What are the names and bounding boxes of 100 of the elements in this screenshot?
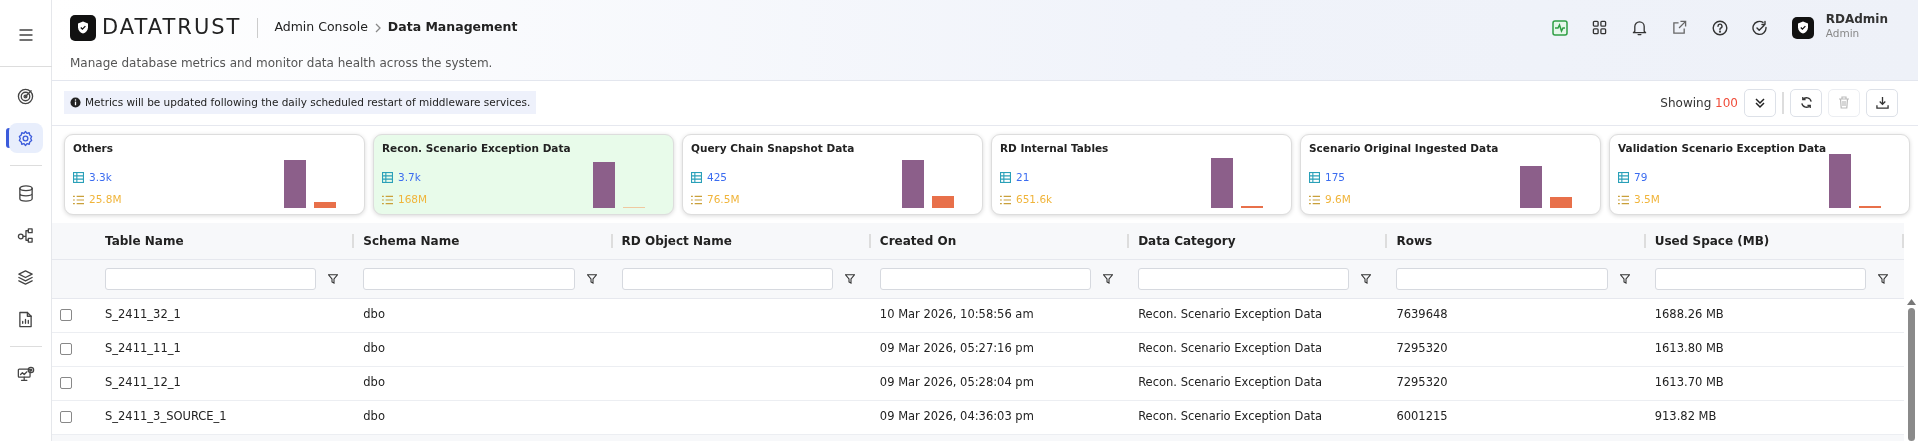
table-cell-text: 6001215 xyxy=(1395,408,1449,426)
table-cell-text: Recon. Scenario Exception Data xyxy=(1137,374,1323,392)
category-card[interactable]: Scenario Original Ingested Data 175 9.6M xyxy=(1300,133,1601,215)
card-title: Others xyxy=(73,140,114,156)
refresh-button[interactable] xyxy=(1790,88,1822,117)
table-count: 79 xyxy=(1634,170,1648,185)
category-card[interactable]: Query Chain Snapshot Data 425 76.5M xyxy=(682,133,983,215)
info-icon xyxy=(70,97,81,108)
table-cell-text: 10 Mar 2026, 10:58:56 am xyxy=(878,306,1035,324)
table-cell-text: S_2411_11_1 xyxy=(104,340,182,358)
table-cell-text: S_2411_3_SOURCE_1 xyxy=(104,408,228,426)
card-title: Validation Scenario Exception Data xyxy=(1618,140,1828,156)
table-cell-text: 09 Mar 2026, 04:36:03 pm xyxy=(878,408,1035,426)
row-checkbox[interactable] xyxy=(60,309,72,321)
table-cell-text: 1613.80 MB xyxy=(1653,340,1725,358)
logo-icon xyxy=(70,14,96,41)
table-cell-text: 09 Mar 2026, 05:28:04 pm xyxy=(878,374,1035,392)
table-icon xyxy=(691,172,702,184)
list-icon xyxy=(73,194,84,205)
table-icon xyxy=(1000,172,1011,184)
table-icon xyxy=(1309,172,1320,184)
filter-icon[interactable] xyxy=(844,273,855,284)
list-icon xyxy=(1000,194,1011,205)
chevron-icon xyxy=(373,22,382,33)
table-count: 175 xyxy=(1325,170,1346,185)
row-checkbox[interactable] xyxy=(60,377,72,389)
filter-field[interactable] xyxy=(1396,267,1608,290)
avatar-icon[interactable] xyxy=(1791,16,1814,39)
row-count: 651.6k xyxy=(1016,191,1053,207)
filter-field[interactable] xyxy=(105,267,317,290)
table-cell-text: dbo xyxy=(362,306,386,324)
download-button[interactable] xyxy=(1866,88,1898,117)
column-header[interactable]: Table Name xyxy=(96,233,355,248)
table-cell-text: 7295320 xyxy=(1395,374,1449,392)
row-count: 168M xyxy=(398,191,428,207)
filter-icon[interactable] xyxy=(1878,273,1888,284)
category-card[interactable]: Recon. Scenario Exception Data 3.7k 168M xyxy=(373,133,674,215)
row-count: 3.5M xyxy=(1634,191,1660,207)
expand-button[interactable] xyxy=(1744,88,1776,117)
table-cell-text: 1688.26 MB xyxy=(1653,306,1725,324)
info-text: Metrics will be updated following the daily scheduled restart of middleware services. xyxy=(85,94,531,110)
table-cell-text: 913.82 MB xyxy=(1653,408,1718,426)
column-header[interactable]: Schema Name xyxy=(354,233,613,248)
table-count: 425 xyxy=(707,170,728,185)
filter-field[interactable] xyxy=(1654,267,1866,290)
logo-text: DATATRUST xyxy=(102,14,242,41)
card-title: Recon. Scenario Exception Data xyxy=(382,140,572,156)
filter-field[interactable] xyxy=(1138,267,1350,290)
table-cell-text: dbo xyxy=(362,408,386,426)
trash-icon xyxy=(1838,96,1850,109)
page-subtitle: Manage database metrics and monitor data health across the system. xyxy=(70,54,494,72)
table-cell-text: dbo xyxy=(362,340,386,358)
list-icon xyxy=(691,194,702,205)
row-count: 9.6M xyxy=(1325,191,1351,207)
table-cell-text: dbo xyxy=(362,374,386,392)
card-title: Scenario Original Ingested Data xyxy=(1309,140,1500,156)
filter-icon[interactable] xyxy=(1361,273,1372,284)
category-card[interactable]: Validation Scenario Exception Data 79 3.5M xyxy=(1609,133,1910,215)
column-header[interactable]: Rows xyxy=(1387,233,1646,248)
filter-field[interactable] xyxy=(879,267,1092,290)
category-card[interactable]: RD Internal Tables 21 651.6k xyxy=(991,133,1292,215)
table-cell-text: S_2411_12_1 xyxy=(104,374,182,392)
column-header[interactable]: Data Category xyxy=(1129,233,1388,248)
column-header[interactable]: RD Object Name xyxy=(612,233,871,248)
table-cell-text: 09 Mar 2026, 05:27:16 pm xyxy=(878,340,1035,358)
table-cell-text: 7639648 xyxy=(1395,306,1449,324)
filter-icon[interactable] xyxy=(1619,273,1630,284)
row-checkbox[interactable] xyxy=(60,411,72,423)
row-count: 76.5M xyxy=(707,191,740,207)
settings-icon[interactable] xyxy=(8,123,43,153)
card-title: Query Chain Snapshot Data xyxy=(691,140,856,156)
filter-field[interactable] xyxy=(621,267,833,290)
table-cell-text: S_2411_32_1 xyxy=(104,306,182,324)
list-icon xyxy=(1309,194,1320,205)
card-title: RD Internal Tables xyxy=(1000,140,1110,156)
table-icon xyxy=(382,172,393,184)
filter-field[interactable] xyxy=(363,267,575,290)
row-count: 25.8M xyxy=(89,191,122,207)
table-cell-text: 7295320 xyxy=(1395,340,1449,358)
list-icon xyxy=(1618,194,1629,205)
scroll-up-icon[interactable] xyxy=(1906,298,1916,305)
double-chevron-icon xyxy=(1754,96,1766,109)
table-icon xyxy=(1618,172,1629,184)
table-count: 3.7k xyxy=(398,170,421,185)
download-icon xyxy=(1875,96,1889,109)
list-icon xyxy=(382,194,393,205)
breadcrumb-link[interactable]: Admin Console xyxy=(274,18,368,38)
user-name: RDAdmin xyxy=(1825,13,1888,27)
filter-icon[interactable] xyxy=(1103,273,1114,284)
table-cell-text: Recon. Scenario Exception Data xyxy=(1137,306,1323,324)
table-cell-text: 1613.70 MB xyxy=(1653,374,1725,392)
showing-count: Showing 100 xyxy=(1660,94,1738,112)
table-count: 21 xyxy=(1016,170,1030,185)
column-header[interactable]: Created On xyxy=(870,233,1130,248)
table-count: 3.3k xyxy=(89,170,112,185)
category-card[interactable]: Others 3.3k 25.8M xyxy=(64,133,365,215)
table-icon xyxy=(73,172,84,184)
filter-icon[interactable] xyxy=(586,273,597,284)
row-checkbox[interactable] xyxy=(60,343,72,355)
filter-icon[interactable] xyxy=(328,273,339,284)
